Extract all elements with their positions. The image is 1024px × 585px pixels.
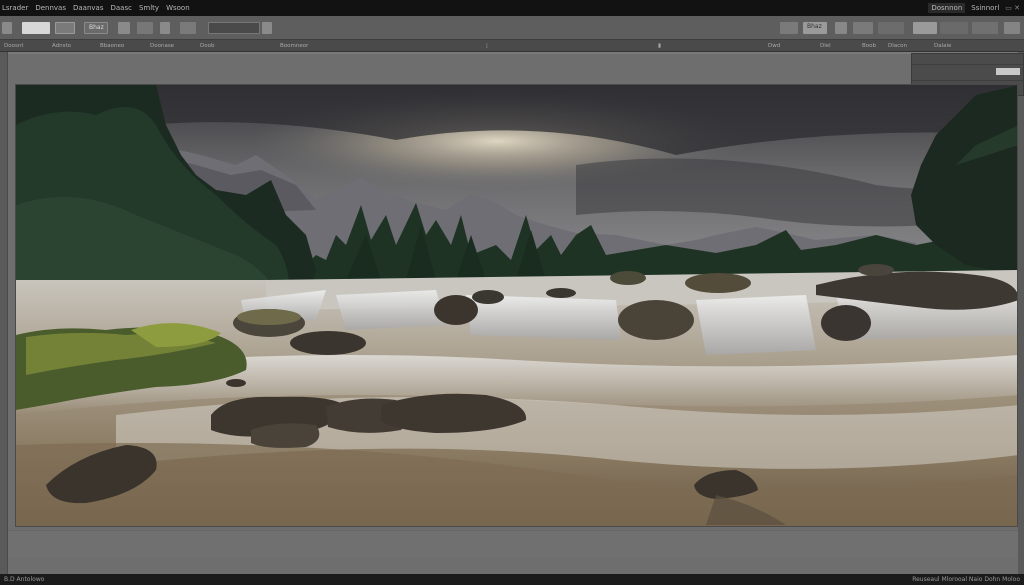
- options-label[interactable]: Dlacon: [888, 40, 907, 52]
- options-label[interactable]: Doosnt: [4, 40, 23, 52]
- options-bar: Doosnt Adnsto Bbaoneo Doonase Doob Boomn…: [0, 40, 1024, 52]
- adjust-icon[interactable]: [262, 22, 272, 34]
- left-tool-strip: [0, 52, 8, 574]
- help-icon[interactable]: [1004, 22, 1020, 34]
- view-label: Bhaz: [807, 23, 822, 30]
- slider-thumb-icon[interactable]: ▮: [658, 40, 661, 52]
- landscape-photo: [16, 85, 1017, 526]
- zoom-marker-icon[interactable]: ¦: [486, 40, 488, 52]
- status-bar: B.D Antolowo Reuseaul Mlorooal Naio Dohn…: [0, 574, 1024, 585]
- options-label[interactable]: Dalaie: [934, 40, 951, 52]
- zoom-icon[interactable]: [780, 22, 798, 34]
- workspace-switcher[interactable]: Dosnnon: [928, 3, 966, 13]
- status-right: Reuseaul Mlorooal Naio Dohn Moloo: [912, 576, 1020, 583]
- options-label[interactable]: Boomneor: [280, 40, 308, 52]
- toolbar: Bhaz Bhaz: [0, 16, 1024, 40]
- account-field[interactable]: [940, 22, 968, 34]
- mode-button[interactable]: [55, 22, 75, 34]
- tool-icon[interactable]: [180, 22, 196, 34]
- export-icon[interactable]: [853, 22, 873, 34]
- menu-item[interactable]: Smlty: [139, 0, 159, 16]
- options-label[interactable]: Doonase: [150, 40, 174, 52]
- options-label[interactable]: Adnsto: [52, 40, 71, 52]
- menu-item[interactable]: Lsrader: [2, 0, 28, 16]
- settings-field[interactable]: [972, 22, 998, 34]
- options-label[interactable]: Dwd: [768, 40, 780, 52]
- layer-icon[interactable]: [160, 22, 170, 34]
- horizontal-ruler: [8, 52, 1018, 54]
- grid-icon[interactable]: [118, 22, 130, 34]
- menu-bar: Lsrader Dennvas Daanvas Daasc Smlty Wsoo…: [0, 0, 1024, 16]
- publish-button[interactable]: [913, 22, 937, 34]
- document-canvas[interactable]: [15, 84, 1018, 527]
- view-button[interactable]: Bhaz: [803, 22, 827, 34]
- right-panel-strip: [1018, 52, 1024, 574]
- frame-icon[interactable]: [137, 22, 153, 34]
- workspace-label[interactable]: Ssinnorl: [971, 0, 999, 16]
- bottom-gutter: [8, 530, 1018, 558]
- share-icon[interactable]: [835, 22, 847, 34]
- options-label[interactable]: Dlel: [820, 40, 831, 52]
- color-swatch[interactable]: [996, 68, 1020, 75]
- menu-item[interactable]: Daanvas: [73, 0, 104, 16]
- home-label: Bhaz: [89, 24, 104, 31]
- status-left: B.D Antolowo: [4, 576, 45, 583]
- preset-field[interactable]: [22, 22, 50, 34]
- search-box[interactable]: [878, 22, 904, 34]
- menu-item[interactable]: Dennvas: [35, 0, 66, 16]
- home-button[interactable]: Bhaz: [84, 22, 108, 34]
- menu-item[interactable]: Daasc: [111, 0, 132, 16]
- options-label[interactable]: Bbaoneo: [100, 40, 124, 52]
- app-icon[interactable]: [2, 22, 12, 34]
- window-controls[interactable]: ▭ ✕: [1005, 0, 1020, 16]
- menu-item[interactable]: Wsoon: [166, 0, 190, 16]
- options-label[interactable]: Boob: [862, 40, 876, 52]
- options-label[interactable]: Doob: [200, 40, 214, 52]
- tool-group[interactable]: [208, 22, 260, 34]
